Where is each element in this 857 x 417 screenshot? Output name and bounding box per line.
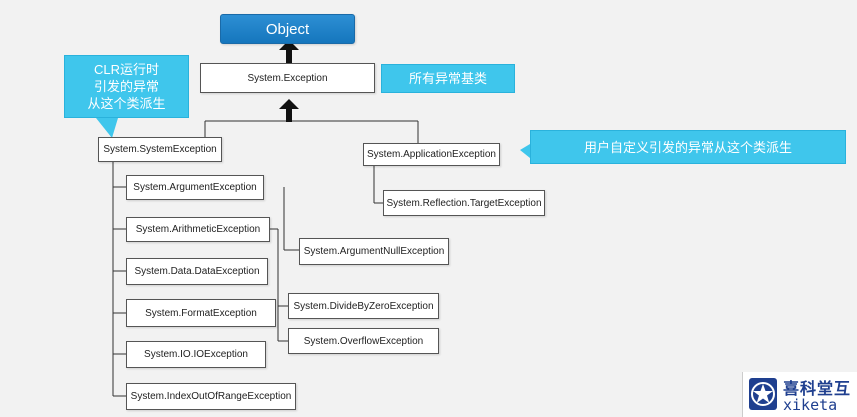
node-argument-exception: System.ArgumentException: [126, 175, 264, 200]
brand-logo: 喜科堂互 xiketa: [742, 372, 857, 417]
star-shield-icon: [749, 378, 777, 410]
node-argument-null-exception: System.ArgumentNullException: [299, 238, 449, 265]
callout-text: 用户自定义引发的异常从这个类派生: [583, 139, 792, 155]
callout-clr: CLR运行时 引发的异常 从这个类派生: [64, 55, 189, 118]
callout-base-class: 所有异常基类: [381, 64, 515, 93]
arrow-head: [279, 99, 299, 109]
callout-text-line: CLR运行时: [93, 62, 159, 77]
node-label: System.ArgumentNullException: [303, 246, 445, 257]
node-format-exception: System.FormatException: [126, 299, 276, 327]
callout-user-defined: 用户自定义引发的异常从这个类派生: [530, 130, 846, 164]
node-label: System.Exception: [247, 72, 328, 84]
node-label: System.DivideByZeroException: [293, 300, 434, 312]
node-label: System.IndexOutOfRangeException: [130, 391, 292, 402]
node-object: Object: [220, 14, 355, 44]
callout-text: 所有异常基类: [408, 71, 487, 86]
node-label: System.Data.DataException: [134, 266, 260, 277]
node-index-out-of-range-exception: System.IndexOutOfRangeException: [126, 383, 296, 410]
node-label: System.ArithmeticException: [135, 224, 261, 235]
node-application-exception: System.ApplicationException: [363, 143, 500, 166]
node-divide-by-zero-exception: System.DivideByZeroException: [288, 293, 439, 319]
node-overflow-exception: System.OverflowException: [288, 328, 439, 354]
node-target-exception: System.Reflection.TargetException: [383, 190, 545, 216]
node-label: System.OverflowException: [303, 335, 424, 347]
callout-text-line: 引发的异常: [93, 79, 159, 94]
node-label: System.ArgumentException: [133, 182, 257, 193]
callout-pointer: [96, 118, 118, 138]
node-label: System.Reflection.TargetException: [386, 197, 542, 209]
node-system-exception: System.SystemException: [98, 137, 222, 162]
node-label: System.SystemException: [103, 144, 217, 155]
node-arithmetic-exception: System.ArithmeticException: [126, 217, 270, 242]
node-label: System.FormatException: [145, 307, 257, 319]
node-io-exception: System.IO.IOException: [126, 341, 266, 368]
callout-text-line: 从这个类派生: [87, 96, 166, 111]
logo-text-en: xiketa: [783, 396, 838, 414]
node-label: System.ApplicationException: [367, 149, 496, 160]
node-label: System.IO.IOException: [144, 349, 248, 360]
callout-pointer: [520, 144, 530, 158]
node-data-exception: System.Data.DataException: [126, 258, 268, 285]
node-system-exception-base: System.Exception: [200, 63, 375, 93]
node-label: Object: [265, 20, 310, 38]
